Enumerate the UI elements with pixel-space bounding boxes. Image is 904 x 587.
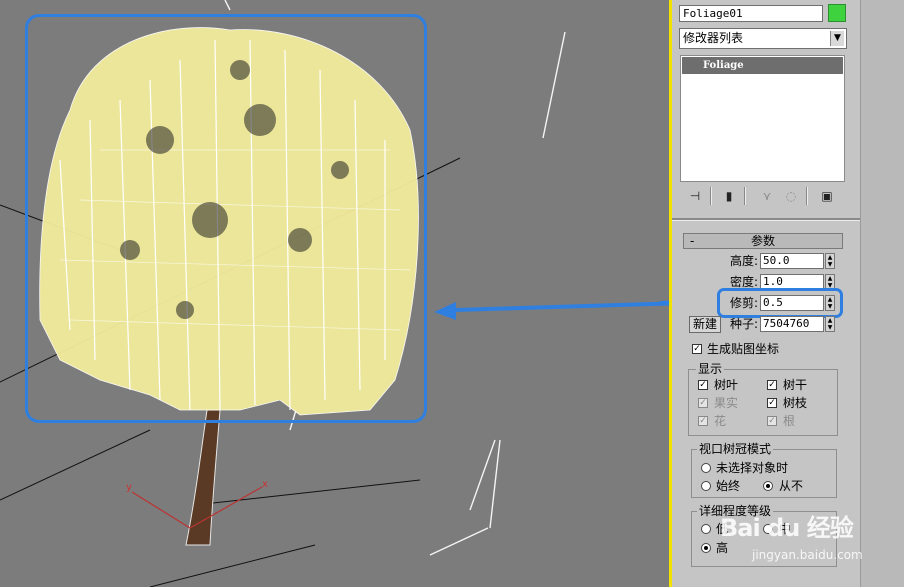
flowers-label: 花 — [714, 414, 727, 428]
callout-arrow-line — [454, 301, 669, 312]
canopy-unselected-label: 未选择对象时 — [716, 461, 789, 475]
height-input[interactable]: 50.0 — [760, 253, 824, 269]
stack-toolbar: ⊣ ▮ ⋎ ◌ ▣ — [680, 185, 845, 209]
new-seed-button[interactable]: 新建 — [689, 316, 721, 333]
canopy-mode-title: 视口树冠模式 — [697, 442, 774, 456]
highlight-box-pruning — [717, 288, 843, 318]
seed-label: 种子: — [729, 317, 758, 331]
params-title: 参数 — [750, 234, 775, 248]
axis-x-label: x — [262, 479, 268, 490]
collapse-icon[interactable]: - — [690, 234, 694, 248]
callout-arrow-head — [434, 302, 456, 320]
chevron-down-icon[interactable]: ▼ — [830, 31, 844, 46]
canopy-unselected-radio[interactable] — [701, 463, 711, 473]
baidu-watermark: Bai du 经验 jingyan.baidu.com — [716, 508, 863, 570]
axis-y-label: y — [126, 482, 132, 493]
roots-checkbox: ✓ — [767, 416, 777, 426]
canopy-always-radio[interactable] — [701, 481, 711, 491]
helper-line — [429, 527, 489, 556]
show-end-result-icon[interactable]: ▮ — [720, 187, 738, 205]
command-panel: Foliage01 修改器列表 ▼ Foliage ⊣ ▮ ⋎ ◌ ▣ - 参数… — [672, 0, 860, 587]
trunk-label: 树干 — [783, 378, 808, 392]
height-spinner[interactable]: ▲ ▼ — [825, 253, 835, 269]
fruit-label: 果实 — [714, 396, 739, 410]
object-color-swatch[interactable] — [828, 4, 846, 22]
tree-trunk — [185, 409, 221, 546]
grid-line — [149, 544, 316, 587]
canopy-never-label: 从不 — [779, 479, 804, 493]
perspective-viewport[interactable]: y x — [0, 0, 669, 587]
branches-checkbox[interactable]: ✓ — [767, 398, 777, 408]
helper-line — [489, 439, 501, 529]
display-group — [688, 369, 838, 436]
remove-modifier-icon[interactable]: ◌ — [782, 187, 800, 205]
panel-divider — [672, 218, 860, 221]
trunk-checkbox[interactable]: ✓ — [767, 380, 777, 390]
branches-label: 树枝 — [783, 396, 808, 410]
toolbar-divider — [806, 187, 808, 205]
gen-mapping-checkbox[interactable]: ✓ — [692, 344, 702, 354]
axis-y-line — [131, 491, 191, 529]
grid-line — [194, 479, 421, 506]
object-name-field[interactable]: Foliage01 — [679, 5, 823, 22]
gen-mapping-label: 生成贴图坐标 — [707, 342, 780, 356]
helper-line — [469, 439, 496, 511]
helper-line — [224, 0, 231, 11]
leaves-label: 树叶 — [714, 378, 739, 392]
make-unique-icon[interactable]: ⋎ — [758, 187, 776, 205]
configure-modifier-sets-icon[interactable]: ▣ — [818, 187, 836, 205]
canopy-never-radio[interactable] — [763, 481, 773, 491]
height-label: 高度: — [729, 254, 758, 268]
highlight-box-canopy — [25, 14, 427, 423]
display-group-title: 显示 — [696, 362, 725, 376]
panel-scroll-gutter[interactable] — [860, 0, 904, 587]
detail-high-radio[interactable] — [701, 543, 711, 553]
canopy-always-label: 始终 — [716, 479, 741, 493]
toolbar-divider — [710, 187, 712, 205]
baidu-logo: Bai du 经验 — [720, 514, 854, 542]
toolbar-divider — [744, 187, 746, 205]
helper-line — [542, 31, 566, 139]
modifier-list-label: 修改器列表 — [683, 31, 744, 45]
leaves-checkbox[interactable]: ✓ — [698, 380, 708, 390]
seed-spinner[interactable]: ▲ ▼ — [825, 316, 835, 332]
flowers-checkbox: ✓ — [698, 416, 708, 426]
modifier-stack[interactable]: Foliage — [680, 55, 845, 182]
stack-item-foliage[interactable]: Foliage — [682, 57, 843, 74]
roots-label: 根 — [783, 414, 796, 428]
pin-stack-icon[interactable]: ⊣ — [686, 187, 704, 205]
params-rollout-header[interactable]: - 参数 — [683, 233, 843, 249]
seed-input[interactable]: 7504760 — [760, 316, 824, 332]
modifier-list-dropdown[interactable]: 修改器列表 ▼ — [679, 28, 847, 49]
detail-low-radio[interactable] — [701, 524, 711, 534]
baidu-url: jingyan.baidu.com — [752, 548, 863, 562]
fruit-checkbox: ✓ — [698, 398, 708, 408]
